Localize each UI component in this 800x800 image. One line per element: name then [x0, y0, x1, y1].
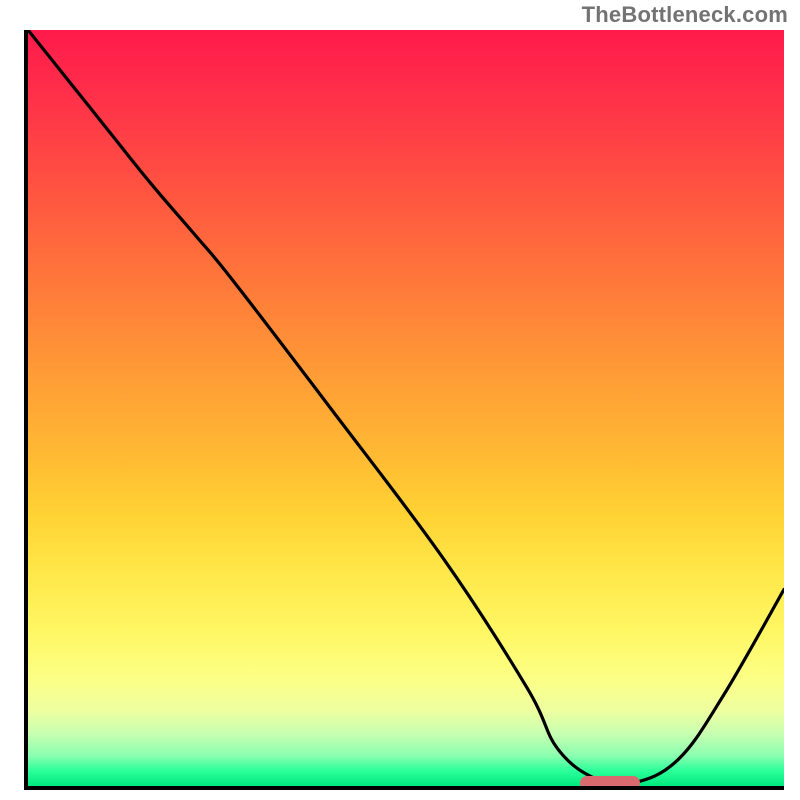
chart-stage: TheBottleneck.com — [0, 0, 800, 800]
bottleneck-curve-path — [28, 30, 784, 785]
optimum-marker — [580, 776, 640, 790]
watermark-text: TheBottleneck.com — [582, 2, 788, 28]
plot-area — [24, 30, 784, 790]
curve-svg — [28, 30, 784, 786]
